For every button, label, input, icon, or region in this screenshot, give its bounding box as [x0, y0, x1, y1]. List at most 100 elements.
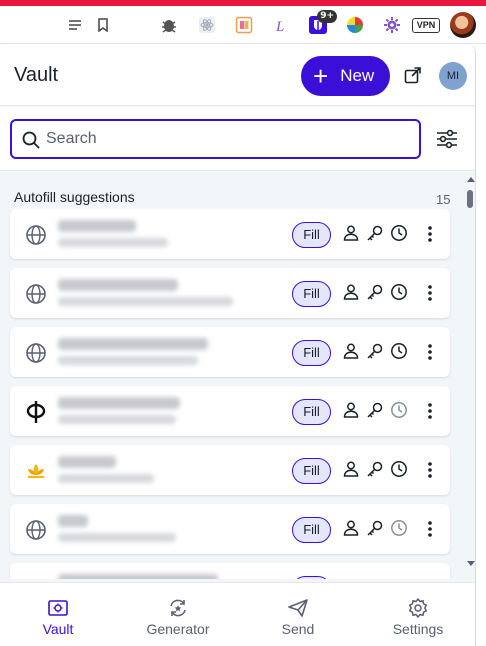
fill-button[interactable]: Fill [292, 281, 331, 307]
autofill-item[interactable]: Fill [10, 268, 450, 318]
more-options-icon[interactable] [424, 342, 436, 362]
copy-username-icon[interactable] [342, 519, 360, 537]
send-icon [288, 599, 308, 617]
copy-password-icon[interactable] [366, 519, 384, 537]
nav-vault-label: Vault [42, 621, 74, 637]
item-username-redacted [58, 238, 168, 247]
letter-extension-icon[interactable]: L [270, 14, 292, 36]
item-name-redacted [58, 515, 88, 527]
copy-totp-icon[interactable] [390, 283, 408, 301]
item-name-redacted [58, 397, 180, 409]
reading-list-icon[interactable] [64, 14, 86, 36]
item-name-redacted [58, 279, 178, 291]
autofill-item[interactable]: Fill [10, 209, 450, 259]
settings-gear-icon [408, 598, 428, 618]
copy-username-icon[interactable] [342, 401, 360, 419]
copy-totp-icon[interactable] [390, 224, 408, 242]
copy-password-icon[interactable] [366, 578, 384, 579]
autofill-item[interactable]: Fill [10, 563, 450, 579]
popout-window-icon[interactable] [404, 66, 422, 84]
nav-settings-label: Settings [392, 621, 444, 637]
copy-password-icon[interactable] [366, 401, 384, 419]
copy-password-icon[interactable] [366, 224, 384, 242]
fill-button[interactable]: Fill [292, 399, 331, 425]
copy-username-icon[interactable] [342, 342, 360, 360]
more-options-icon[interactable] [424, 578, 436, 579]
item-username-redacted [58, 356, 198, 365]
copy-username-icon[interactable] [342, 460, 360, 478]
search-field[interactable] [10, 119, 421, 159]
autofill-item[interactable]: Fill [10, 445, 450, 495]
copy-username-icon[interactable] [342, 283, 360, 301]
item-username-redacted [58, 533, 176, 542]
autofill-item[interactable]: Fill [10, 504, 450, 554]
fill-button[interactable]: Fill [292, 222, 331, 248]
search-area [0, 107, 475, 171]
more-options-icon[interactable] [424, 519, 436, 539]
item-username-redacted [58, 415, 176, 424]
extension-badge: 9+ [317, 10, 337, 23]
more-options-icon[interactable] [424, 224, 436, 244]
globe-icon [24, 518, 48, 542]
flower-logo-icon [24, 459, 48, 483]
nav-vault[interactable]: Vault [8, 591, 108, 643]
copy-password-icon[interactable] [366, 342, 384, 360]
browser-profile-avatar[interactable] [450, 12, 476, 38]
vault-popup: Vault + New MI Autofill suggestions 15 F… [0, 44, 476, 646]
search-icon [22, 131, 40, 149]
phi-logo-icon [24, 400, 48, 424]
page-title: Vault [14, 64, 59, 86]
more-options-icon[interactable] [424, 460, 436, 480]
fill-button[interactable]: Fill [292, 517, 331, 543]
more-options-icon[interactable] [424, 401, 436, 421]
item-name-redacted [58, 220, 136, 232]
globe-icon [24, 341, 48, 365]
bookmark-icon[interactable] [92, 14, 114, 36]
new-item-button[interactable]: + New [301, 56, 390, 96]
item-name-redacted [58, 456, 116, 468]
vpn-extension-button[interactable]: VPN [412, 18, 440, 33]
copy-totp-icon[interactable] [390, 401, 408, 419]
copy-password-icon[interactable] [366, 283, 384, 301]
copy-username-icon[interactable] [342, 224, 360, 242]
autofill-list: Fill Fill Fill Fill Fill Fill Fill [0, 209, 475, 579]
bug-extension-icon[interactable] [158, 14, 180, 36]
copy-totp-icon[interactable] [390, 460, 408, 478]
filter-sliders-icon[interactable] [436, 129, 458, 149]
account-avatar[interactable]: MI [439, 62, 467, 90]
autofill-suggestions-count: 15 [436, 192, 451, 207]
svg-text:L: L [275, 19, 284, 34]
react-extension-icon[interactable] [196, 14, 218, 36]
copy-totp-icon[interactable] [390, 578, 408, 579]
generator-icon [170, 599, 186, 617]
vault-icon [48, 600, 68, 616]
nav-send-label: Send [281, 621, 315, 637]
bitwarden-extension-icon[interactable]: 9+ [307, 10, 337, 36]
item-username-redacted [58, 474, 154, 483]
autofill-item[interactable]: Fill [10, 327, 450, 377]
globe-icon [24, 223, 48, 247]
more-options-icon[interactable] [424, 283, 436, 303]
scrollbar-thumb[interactable] [467, 190, 473, 208]
search-input[interactable] [46, 128, 406, 150]
nav-generator[interactable]: Generator [128, 591, 228, 643]
scrollbar[interactable] [466, 174, 475, 569]
nav-generator-label: Generator [146, 621, 210, 637]
color-wheel-extension-icon[interactable] [344, 14, 366, 36]
fill-button[interactable]: Fill [292, 576, 331, 579]
fill-button[interactable]: Fill [292, 340, 331, 366]
copy-username-icon[interactable] [342, 578, 360, 579]
nav-settings[interactable]: Settings [368, 591, 468, 643]
autofill-item[interactable]: Fill [10, 386, 450, 436]
color-palette-extension-icon[interactable] [233, 14, 255, 36]
copy-totp-icon[interactable] [390, 519, 408, 537]
copy-password-icon[interactable] [366, 460, 384, 478]
fill-button[interactable]: Fill [292, 458, 331, 484]
puzzle-gear-extension-icon[interactable] [381, 14, 403, 36]
item-name-redacted [58, 574, 218, 579]
popup-header: Vault + New MI [0, 44, 475, 106]
item-name-redacted [58, 338, 208, 350]
copy-totp-icon[interactable] [390, 342, 408, 360]
nav-send[interactable]: Send [248, 591, 348, 643]
globe-icon [24, 282, 48, 306]
